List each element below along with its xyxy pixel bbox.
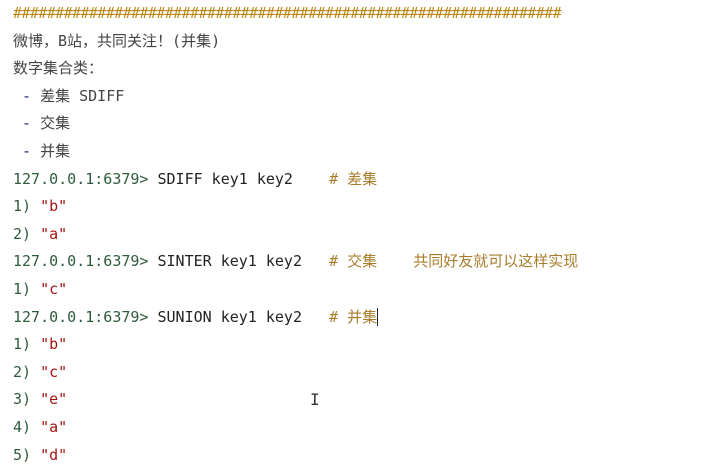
result-line: 2) "c" bbox=[13, 362, 68, 381]
bullet-marker: - bbox=[22, 114, 32, 133]
command-line: 127.0.0.1:6379> SINTER key1 key2 # 交集 共同… bbox=[13, 252, 579, 271]
bullet-item: - 并集 bbox=[22, 141, 71, 160]
result-line: 1) "b" bbox=[13, 197, 68, 216]
intro-text: 微博，B站，共同关注！(并集) bbox=[13, 31, 221, 50]
bullet-item: - 差集 SDIFF bbox=[22, 86, 125, 105]
result-line: 4) "a" bbox=[13, 417, 68, 436]
ibeam-cursor-icon: I bbox=[310, 390, 320, 409]
command-line: 127.0.0.1:6379> SDIFF key1 key2 # 差集 bbox=[13, 169, 378, 188]
result-line: 2) "a" bbox=[13, 224, 68, 243]
result-line: 1) "c" bbox=[13, 279, 68, 298]
text-cursor bbox=[377, 308, 379, 327]
hash-rule: ########################################… bbox=[13, 4, 562, 22]
bullet-marker: - bbox=[22, 141, 32, 160]
command-line: 127.0.0.1:6379> SUNION key1 key2 # 并集 bbox=[13, 307, 379, 327]
result-line: 1) "b" bbox=[13, 335, 68, 354]
result-line: 3) "e" bbox=[13, 390, 68, 409]
bullet-item: - 交集 bbox=[22, 114, 71, 133]
category-text: 数字集合类： bbox=[13, 59, 104, 78]
result-line: 5) "d" bbox=[13, 445, 68, 464]
editor-document[interactable]: ########################################… bbox=[13, 0, 578, 469]
bullet-marker: - bbox=[22, 86, 32, 105]
